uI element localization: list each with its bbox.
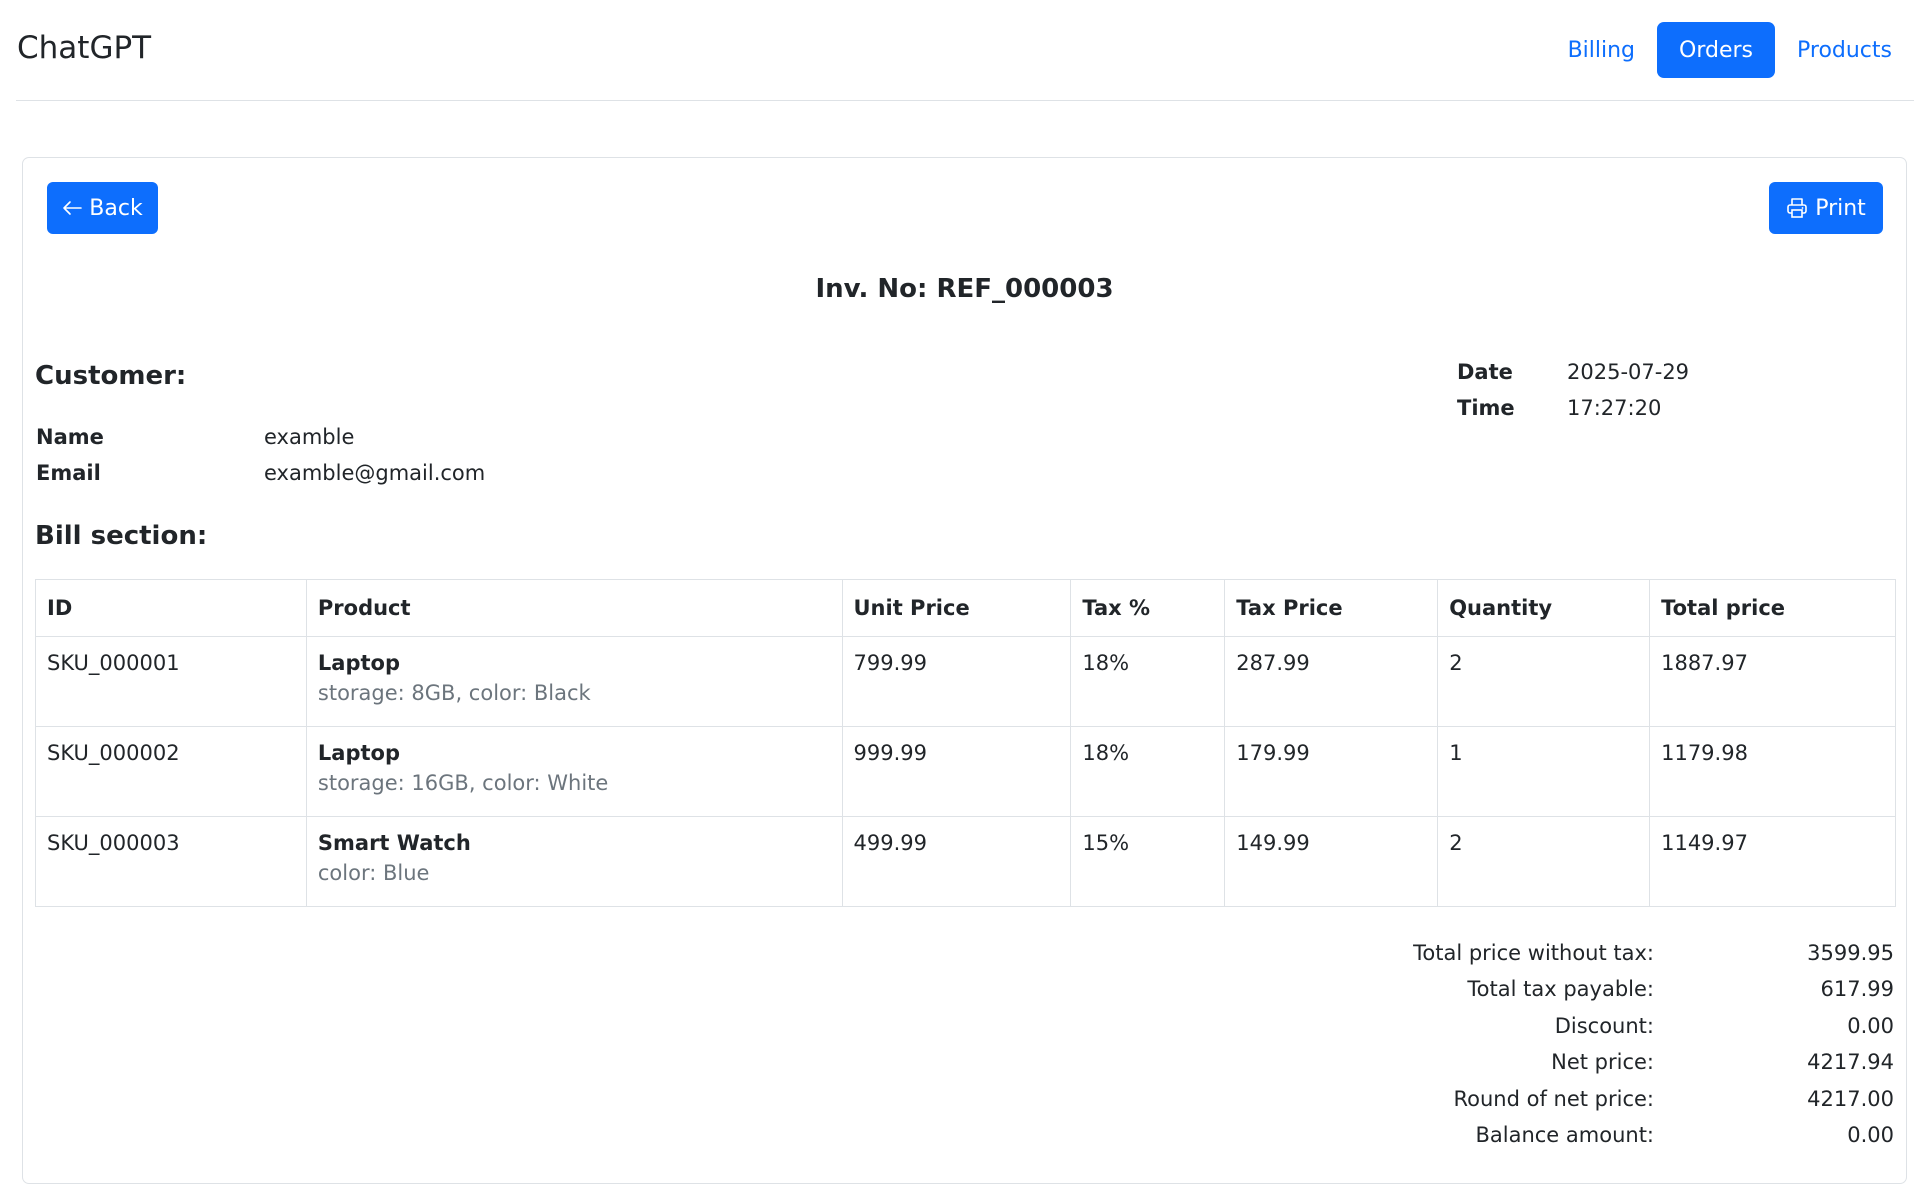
customer-email-row: Email examble@gmail.com [36, 455, 485, 491]
summary-label: Discount: [1554, 1013, 1654, 1038]
column-header: Tax Price [1224, 579, 1439, 637]
summary-value: 4217.94 [1807, 1050, 1894, 1075]
date-value: 2025-07-29 [1567, 360, 1690, 384]
column-header: Total price [1649, 579, 1896, 637]
summary-row: Total price without tax: 3599.95 [1244, 935, 1894, 971]
item-quantity: 2 [1437, 636, 1651, 727]
item-product: Laptop storage: 8GB, color: Black [305, 636, 843, 727]
printer-icon [1786, 197, 1808, 219]
print-button-label: Print [1815, 195, 1866, 221]
summary-row: Round of net price: 4217.00 [1244, 1081, 1894, 1117]
item-quantity: 1 [1437, 726, 1651, 817]
summary-row: Net price: 4217.94 [1244, 1044, 1894, 1080]
summary-label: Net price: [1551, 1050, 1654, 1075]
summary-value: 0.00 [1847, 1013, 1894, 1038]
item-unit-price: 499.99 [841, 816, 1072, 907]
table-row: SKU_000001 Laptop storage: 8GB, color: B… [35, 636, 1896, 727]
item-id: SKU_000003 [35, 816, 307, 907]
item-unit-price: 999.99 [841, 726, 1072, 817]
item-tax-percent: 18% [1070, 726, 1226, 817]
bill-items-table: ID Product Unit Price Tax % Tax Price Qu… [35, 579, 1896, 907]
customer-heading: Customer: [35, 361, 187, 391]
item-total-price: 1887.97 [1649, 636, 1896, 727]
table-header-row: ID Product Unit Price Tax % Tax Price Qu… [35, 579, 1896, 637]
product-name: Laptop [317, 741, 400, 765]
brand-logo[interactable]: ChatGPT [17, 30, 151, 66]
customer-name-row: Name examble [36, 419, 485, 455]
back-button-label: Back [89, 195, 143, 221]
table-row: SKU_000003 Smart Watch color: Blue 499.9… [35, 816, 1896, 907]
nav-link-orders[interactable]: Orders [1657, 22, 1775, 78]
product-attributes: color: Blue [317, 861, 430, 885]
customer-name-label: Name [36, 425, 104, 449]
customer-details: Name examble Email examble@gmail.com [36, 419, 485, 491]
summary-label: Round of net price: [1453, 1086, 1654, 1111]
bill-summary: Total price without tax: 3599.95 Total t… [1244, 935, 1894, 1153]
nav-link-billing[interactable]: Billing [1546, 22, 1657, 78]
time-value: 17:27:20 [1567, 396, 1662, 420]
summary-value: 4217.00 [1807, 1086, 1894, 1111]
customer-name-value: examble [264, 425, 355, 449]
invoice-datetime: Date 2025-07-29 Time 17:27:20 [1457, 354, 1689, 426]
nav-link-products[interactable]: Products [1775, 22, 1914, 78]
summary-label: Balance amount: [1475, 1123, 1654, 1148]
column-header: Quantity [1437, 579, 1651, 637]
table-row: SKU_000002 Laptop storage: 16GB, color: … [35, 726, 1896, 817]
item-tax-price: 149.99 [1224, 816, 1439, 907]
item-id: SKU_000001 [35, 636, 307, 727]
item-tax-price: 287.99 [1224, 636, 1439, 727]
bill-section-heading: Bill section: [35, 521, 208, 551]
summary-value: 0.00 [1847, 1123, 1894, 1148]
time-label: Time [1457, 396, 1515, 420]
product-name: Smart Watch [317, 831, 471, 855]
summary-row: Balance amount: 0.00 [1244, 1117, 1894, 1153]
column-header: Unit Price [841, 579, 1072, 637]
summary-value: 617.99 [1820, 977, 1894, 1002]
summary-value: 3599.95 [1807, 941, 1894, 965]
item-total-price: 1149.97 [1649, 816, 1896, 907]
summary-row: Discount: 0.00 [1244, 1008, 1894, 1044]
invoice-card: Back Print Inv. No: REF_000003 Customer:… [22, 157, 1907, 1184]
nav-links: Billing Orders Products [1546, 22, 1914, 78]
item-product: Laptop storage: 16GB, color: White [305, 726, 843, 817]
item-unit-price: 799.99 [841, 636, 1072, 727]
product-attributes: storage: 16GB, color: White [317, 771, 609, 795]
item-total-price: 1179.98 [1649, 726, 1896, 817]
product-attributes: storage: 8GB, color: Black [317, 681, 591, 705]
top-navbar: ChatGPT Billing Orders Products [16, 0, 1914, 101]
product-name: Laptop [317, 651, 400, 675]
date-label: Date [1457, 360, 1513, 384]
column-header: Product [305, 579, 843, 637]
summary-label: Total tax payable: [1467, 977, 1654, 1002]
time-row: Time 17:27:20 [1457, 390, 1689, 426]
item-id: SKU_000002 [35, 726, 307, 817]
item-tax-percent: 15% [1070, 816, 1226, 907]
item-product: Smart Watch color: Blue [305, 816, 843, 907]
print-button[interactable]: Print [1769, 182, 1883, 234]
column-header: ID [35, 579, 307, 637]
column-header: Tax % [1070, 579, 1226, 637]
summary-label: Total price without tax: [1413, 941, 1654, 965]
invoice-number: Inv. No: REF_000003 [815, 274, 1114, 304]
summary-row: Total tax payable: 617.99 [1244, 971, 1894, 1007]
item-tax-percent: 18% [1070, 636, 1226, 727]
date-row: Date 2025-07-29 [1457, 354, 1689, 390]
arrow-left-icon [62, 200, 83, 216]
customer-email-label: Email [36, 461, 101, 485]
customer-email-value: examble@gmail.com [264, 461, 486, 485]
item-quantity: 2 [1437, 816, 1651, 907]
back-button[interactable]: Back [47, 182, 158, 234]
item-tax-price: 179.99 [1224, 726, 1439, 817]
